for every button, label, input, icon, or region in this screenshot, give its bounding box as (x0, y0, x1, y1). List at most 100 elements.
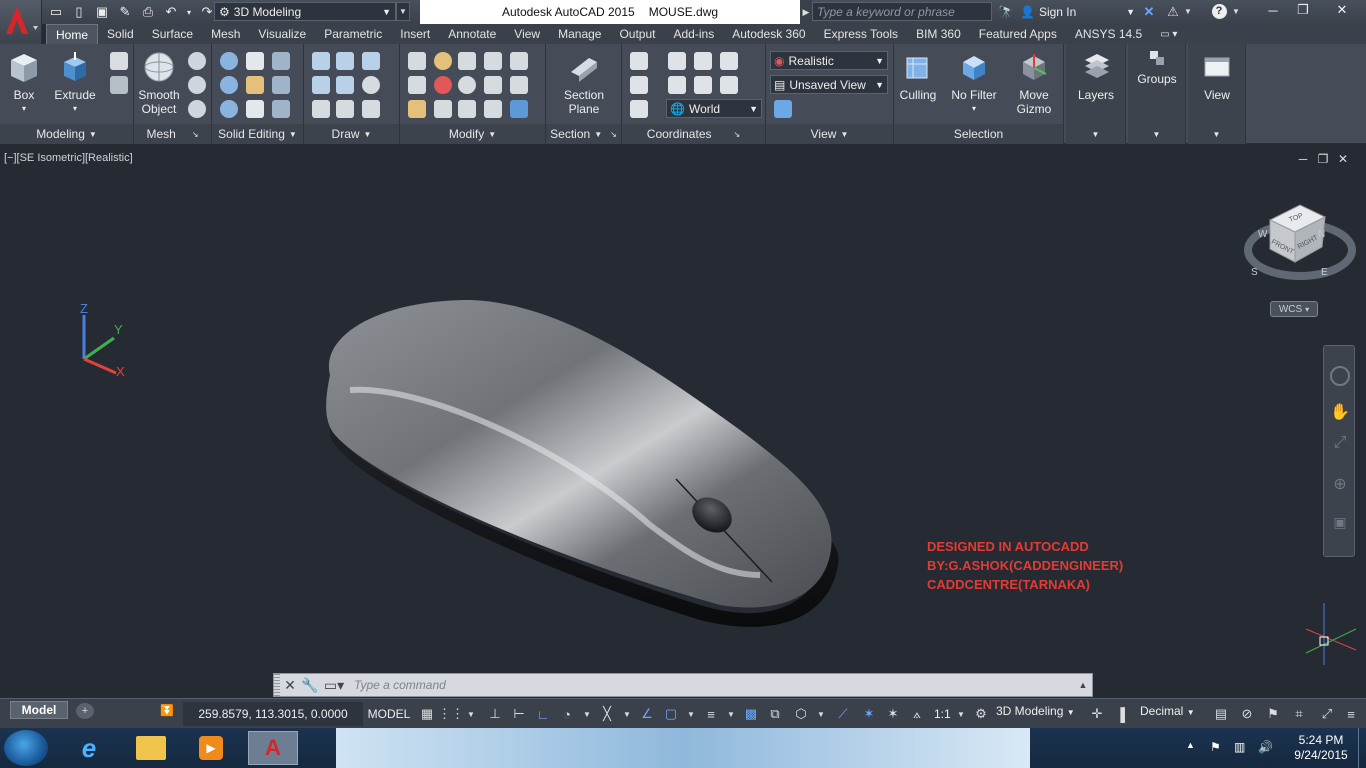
culling-button[interactable]: Culling (896, 50, 940, 102)
coordinates-panel-label[interactable]: Coordinates ↘ (622, 124, 765, 144)
view-panel-label[interactable]: View ▼ (766, 124, 893, 144)
circle-icon[interactable] (362, 76, 380, 94)
groups-button[interactable]: Groups (1132, 48, 1182, 86)
union-icon[interactable] (220, 52, 238, 70)
tab-visualize[interactable]: Visualize (249, 24, 315, 44)
volume-icon[interactable]: 🔊 (1258, 740, 1273, 754)
intersect-icon[interactable] (220, 100, 238, 118)
groups-expand-icon[interactable]: ▼ (1128, 124, 1185, 144)
modify-panel-label[interactable]: Modify ▼ (400, 124, 545, 144)
ucs-icon[interactable] (630, 52, 648, 70)
quick-properties-icon[interactable]: ▤ (1212, 704, 1230, 724)
3d-object-snap-icon[interactable]: ⬡ (792, 704, 810, 724)
showmotion-icon[interactable]: ▣ (1330, 514, 1350, 534)
qat-customize-icon[interactable]: ▼ (396, 2, 410, 21)
section-plane-button[interactable]: Section Plane (560, 50, 608, 116)
ortho-icon[interactable]: ∟ (534, 704, 552, 724)
rectangle-icon[interactable] (336, 100, 354, 118)
polysolid-icon[interactable] (110, 76, 128, 94)
solid-editing-panel-label[interactable]: Solid Editing ▼ (212, 124, 303, 144)
lineweight-icon[interactable]: ≡ (702, 704, 720, 724)
draw-panel-label[interactable]: Draw ▼ (304, 124, 399, 144)
layouts-toggle-icon[interactable]: ⏬ (160, 704, 174, 717)
clean-screen-icon[interactable]: ⤢ (1318, 704, 1336, 724)
exchange-apps-icon[interactable]: ✕ (1138, 2, 1160, 21)
application-menu-button[interactable] (0, 0, 42, 44)
tab-insert[interactable]: Insert (391, 24, 439, 44)
tab-mesh[interactable]: Mesh (202, 24, 249, 44)
viewcube-s-label[interactable]: S (1251, 267, 1258, 278)
tab-ansys[interactable]: ANSYS 14.5 (1066, 24, 1151, 44)
new-icon[interactable]: ▭ (46, 2, 66, 22)
annotation-visibility-icon[interactable]: ✶ (860, 704, 878, 724)
slice-icon[interactable] (246, 76, 264, 94)
ucs-3point-icon[interactable] (668, 52, 686, 70)
no-filter-button[interactable]: No Filter ▾ (948, 50, 1000, 116)
tab-output[interactable]: Output (610, 24, 664, 44)
tab-parametric[interactable]: Parametric (315, 24, 391, 44)
tab-annotate[interactable]: Annotate (439, 24, 505, 44)
fillet-edge-icon[interactable] (510, 52, 528, 70)
modeling-panel-label[interactable]: Modeling ▼ (0, 124, 133, 144)
thicken-icon[interactable] (246, 100, 264, 118)
show-hidden-icons-icon[interactable]: ▲ (1186, 740, 1195, 750)
recent-commands-icon[interactable]: ▭▾ (320, 674, 348, 696)
tab-autodesk-360[interactable]: Autodesk 360 (723, 24, 814, 44)
internet-explorer-icon[interactable]: e (64, 731, 114, 765)
saveas-icon[interactable]: ✎ (115, 2, 135, 22)
smooth-object-button[interactable]: Smooth Object (136, 50, 182, 116)
media-player-icon[interactable]: ▶ (186, 731, 236, 765)
viewcube-w-label[interactable]: W (1258, 229, 1268, 240)
units-display[interactable]: Decimal ▼ (1140, 704, 1195, 718)
wcs-menu[interactable]: WCS ▾ (1270, 301, 1318, 317)
undo-icon[interactable]: ↶ (161, 2, 181, 22)
tab-add-ins[interactable]: Add-ins (665, 24, 724, 44)
mesh-panel-label[interactable]: Mesh ↘ (134, 124, 211, 144)
scale-icon[interactable] (458, 100, 476, 118)
action-center-flag-icon[interactable]: ⚑ (1210, 740, 1221, 754)
viewcube[interactable]: TOP FRONT RIGHT N S E W (1244, 204, 1356, 280)
tab-solid[interactable]: Solid (98, 24, 143, 44)
tab-view[interactable]: View (505, 24, 549, 44)
show-desktop-button[interactable] (1358, 728, 1366, 768)
transparency-icon[interactable]: ▩ (742, 704, 760, 724)
section-panel-label[interactable]: Section ▼ ↘ (546, 124, 621, 144)
workspace-switch[interactable]: 3D Modeling ▼ (996, 704, 1075, 718)
dynamic-input-icon[interactable]: ⊢ (510, 704, 528, 724)
orbit-icon[interactable]: ⊕ (1330, 474, 1350, 494)
annotation-scale-icon[interactable]: ⟑ (908, 704, 926, 724)
lock-ui-icon[interactable]: ⊘ (1238, 704, 1256, 724)
zoom-extents-icon[interactable]: ⤢ (1330, 434, 1350, 454)
customize-menu-icon[interactable]: ≡ (1342, 704, 1360, 724)
auto-scale-icon[interactable]: ✶ (884, 704, 902, 724)
ucs-z-icon[interactable] (720, 76, 738, 94)
explode-icon[interactable] (408, 76, 426, 94)
command-history-toggle-icon[interactable]: ▲ (1074, 680, 1092, 690)
wrench-icon[interactable]: 🔧 (300, 674, 320, 696)
chevron-down-icon[interactable]: ▼ (682, 704, 700, 724)
save-icon[interactable]: ▣ (92, 2, 112, 22)
binoculars-icon[interactable]: 🔭 (996, 2, 1016, 21)
ucs-x-icon[interactable] (668, 76, 686, 94)
line-icon[interactable] (336, 76, 354, 94)
isodraft-icon[interactable]: ╳ (598, 704, 616, 724)
stay-connected-icon[interactable]: ⚠ (1162, 2, 1184, 21)
offset-icon[interactable] (484, 100, 502, 118)
object-snap-tracking-icon[interactable]: ∠ (638, 704, 656, 724)
tab-featured-apps[interactable]: Featured Apps (970, 24, 1066, 44)
move-gizmo-button[interactable]: Move Gizmo (1010, 50, 1058, 116)
extract-edges-icon[interactable] (272, 52, 290, 70)
tab-home[interactable]: Home (46, 24, 99, 44)
object-snap-icon[interactable]: ▢ (662, 704, 680, 724)
chevron-down-icon[interactable]: ▼ (1182, 2, 1194, 21)
viewport-config-icon[interactable] (774, 100, 792, 118)
restore-icon[interactable]: ❐ (1288, 0, 1318, 20)
file-explorer-icon[interactable] (126, 731, 176, 765)
move-icon[interactable] (458, 52, 476, 70)
minimize-icon[interactable]: ─ (1258, 0, 1288, 20)
hardware-acceleration-icon[interactable]: ⌗ (1290, 704, 1308, 724)
array-icon[interactable] (484, 52, 502, 70)
viewcube-n-label[interactable]: N (1318, 229, 1325, 240)
tab-manage[interactable]: Manage (549, 24, 610, 44)
layers-button[interactable]: Layers (1072, 50, 1120, 102)
